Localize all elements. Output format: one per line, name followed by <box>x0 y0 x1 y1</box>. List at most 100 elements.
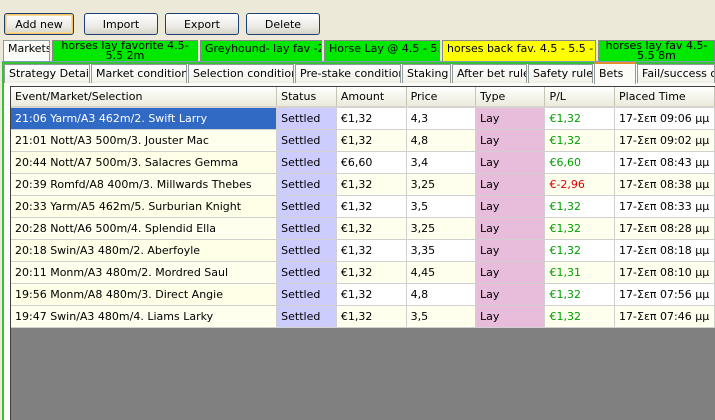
tab-staking[interactable]: Staking <box>402 64 451 83</box>
cell-pl: €1,32 <box>544 129 616 152</box>
cell-price: 4,3 <box>406 107 477 130</box>
cell-type: Lay <box>475 239 546 262</box>
cell-price: 3,5 <box>406 305 477 328</box>
cell-amount: €1,32 <box>336 129 407 152</box>
column-header-status[interactable]: Status <box>276 87 337 108</box>
column-header-price[interactable]: Price <box>406 87 477 108</box>
tab-bets[interactable]: Bets <box>594 62 636 84</box>
cell-status: Settled <box>276 151 337 174</box>
cell-price: 3,4 <box>406 151 477 174</box>
tab-selection-conditions[interactable]: Selection conditions <box>188 64 294 83</box>
cell-event: 21:06 Yarm/A3 462m/2. Swift Larry <box>11 107 278 130</box>
cell-type: Lay <box>475 129 546 152</box>
tab-fail-success[interactable]: Fail/success of <box>637 64 715 83</box>
column-header-event[interactable]: Event/Market/Selection <box>11 87 278 108</box>
table-row[interactable]: 20:39 Romfd/A8 400m/3. Millwards Thebes S… <box>11 173 715 196</box>
cell-event: 19:56 Monm/A8 480m/3. Direct Angie <box>11 283 278 306</box>
tab-label: horses back fav. 4.5 - 5.5 - 5m <box>447 42 595 55</box>
bets-grid[interactable]: Event/Market/Selection Status Amount Pri… <box>10 86 715 420</box>
cell-price: 3,5 <box>406 195 477 218</box>
cell-placed-time: 17-Σεπ 08:33 μμ <box>614 195 715 218</box>
delete-button[interactable]: Delete <box>246 13 320 35</box>
tab-horse-lay[interactable]: Horse Lay @ 4.5 - 5.5 <box>324 40 440 61</box>
cell-status: Settled <box>276 107 337 130</box>
cell-type: Lay <box>475 107 546 130</box>
cell-pl: €1,31 <box>544 261 616 284</box>
tab-market-conditions[interactable]: Market conditions <box>91 64 187 83</box>
strategy-sub-tabs: Strategy Details Market conditions Selec… <box>4 62 715 85</box>
cell-placed-time: 17-Σεπ 08:18 μμ <box>614 239 715 262</box>
cell-pl: €-2,96 <box>544 173 616 196</box>
cell-pl: €1,32 <box>544 305 616 328</box>
cell-type: Lay <box>475 283 546 306</box>
tab-strategy-details[interactable]: Strategy Details <box>4 64 90 83</box>
cell-event: 21:01 Nott/A3 500m/3. Jouster Mac <box>11 129 278 152</box>
tab-horses-lay-favorite-2m[interactable]: horses lay favorite 4.5-5.5 2m <box>52 40 198 61</box>
market-tabs: Markets horses lay favorite 4.5-5.5 2m G… <box>0 40 715 62</box>
cell-placed-time: 17-Σεπ 07:56 μμ <box>614 283 715 306</box>
cell-price: 3,25 <box>406 217 477 240</box>
tab-label: horses lay favorite 4.5-5.5 2m <box>61 40 189 61</box>
cell-event: 20:28 Nott/A6 500m/4. Splendid Ella <box>11 217 278 240</box>
cell-event: 19:47 Swin/A3 480m/4. Liams Larky <box>11 305 278 328</box>
export-button[interactable]: Export <box>165 13 239 35</box>
tab-horses-back-fav[interactable]: horses back fav. 4.5 - 5.5 - 5m <box>442 40 596 61</box>
cell-amount: €1,32 <box>336 217 407 240</box>
cell-price: 4,8 <box>406 283 477 306</box>
table-row[interactable]: 20:28 Nott/A6 500m/4. Splendid Ella Settl… <box>11 217 715 240</box>
cell-amount: €1,32 <box>336 261 407 284</box>
cell-price: 3,25 <box>406 173 477 196</box>
cell-price: 4,45 <box>406 261 477 284</box>
tab-label: Horse Lay @ 4.5 - 5.5 <box>329 42 440 55</box>
cell-amount: €6,60 <box>336 151 407 174</box>
column-header-placed-time[interactable]: Placed Time <box>614 87 715 108</box>
cell-type: Lay <box>475 151 546 174</box>
cell-placed-time: 17-Σεπ 08:28 μμ <box>614 217 715 240</box>
table-row[interactable]: 19:47 Swin/A3 480m/4. Liams Larky Settled… <box>11 305 715 328</box>
cell-status: Settled <box>276 261 337 284</box>
grid-header-row: Event/Market/Selection Status Amount Pri… <box>11 87 715 108</box>
cell-type: Lay <box>475 261 546 284</box>
tab-markets[interactable]: Markets <box>3 40 50 62</box>
cell-type: Lay <box>475 173 546 196</box>
cell-event: 20:44 Nott/A7 500m/3. Salacres Gemma <box>11 151 278 174</box>
tab-safety-rules[interactable]: Safety rules <box>528 64 593 83</box>
cell-type: Lay <box>475 305 546 328</box>
cell-amount: €1,32 <box>336 305 407 328</box>
cell-status: Settled <box>276 239 337 262</box>
cell-placed-time: 17-Σεπ 09:06 μμ <box>614 107 715 130</box>
table-row[interactable]: 21:01 Nott/A3 500m/3. Jouster Mac Settled… <box>11 129 715 152</box>
tab-greyhound-lay-fav[interactable]: Greyhound- lay fav -2m <box>200 40 322 61</box>
cell-amount: €1,32 <box>336 173 407 196</box>
table-row[interactable]: 19:56 Monm/A8 480m/3. Direct Angie Settle… <box>11 283 715 306</box>
table-row[interactable]: 20:11 Monm/A3 480m/2. Mordred Saul Settle… <box>11 261 715 284</box>
tab-pre-stake-conditions[interactable]: Pre-stake conditions <box>295 64 401 83</box>
cell-status: Settled <box>276 283 337 306</box>
cell-pl: €6,60 <box>544 151 616 174</box>
cell-status: Settled <box>276 173 337 196</box>
table-row[interactable]: 20:18 Swin/A3 480m/2. Aberfoyle Settled €1… <box>11 239 715 262</box>
tab-after-bet-rules[interactable]: After bet rules <box>452 64 527 83</box>
tab-label: horses lay fav 4.5-5.5 8m <box>605 40 708 61</box>
cell-pl: €1,32 <box>544 217 616 240</box>
column-header-pl[interactable]: P/L <box>544 87 616 108</box>
add-new-button[interactable]: Add new <box>4 13 74 35</box>
cell-status: Settled <box>276 129 337 152</box>
tab-label: Greyhound- lay fav -2m <box>205 42 321 55</box>
cell-type: Lay <box>475 195 546 218</box>
cell-price: 3,35 <box>406 239 477 262</box>
table-row[interactable]: 20:33 Yarm/A5 462m/5. Surburian Knight Se… <box>11 195 715 218</box>
tab-horses-lay-fav-8m[interactable]: horses lay fav 4.5-5.5 8m <box>598 40 715 61</box>
bets-table: Event/Market/Selection Status Amount Pri… <box>11 87 715 328</box>
cell-pl: €1,32 <box>544 283 616 306</box>
cell-placed-time: 17-Σεπ 08:38 μμ <box>614 173 715 196</box>
column-header-type[interactable]: Type <box>475 87 546 108</box>
toolbar: Add new Import Export Delete <box>0 0 715 40</box>
import-button[interactable]: Import <box>84 13 158 35</box>
column-header-amount[interactable]: Amount <box>336 87 407 108</box>
table-row[interactable]: 21:06 Yarm/A3 462m/2. Swift Larry Settled… <box>11 107 715 130</box>
cell-event: 20:33 Yarm/A5 462m/5. Surburian Knight <box>11 195 278 218</box>
cell-event: 20:39 Romfd/A8 400m/3. Millwards Thebes <box>11 173 278 196</box>
cell-placed-time: 17-Σεπ 08:43 μμ <box>614 151 715 174</box>
table-row[interactable]: 20:44 Nott/A7 500m/3. Salacres Gemma Sett… <box>11 151 715 174</box>
